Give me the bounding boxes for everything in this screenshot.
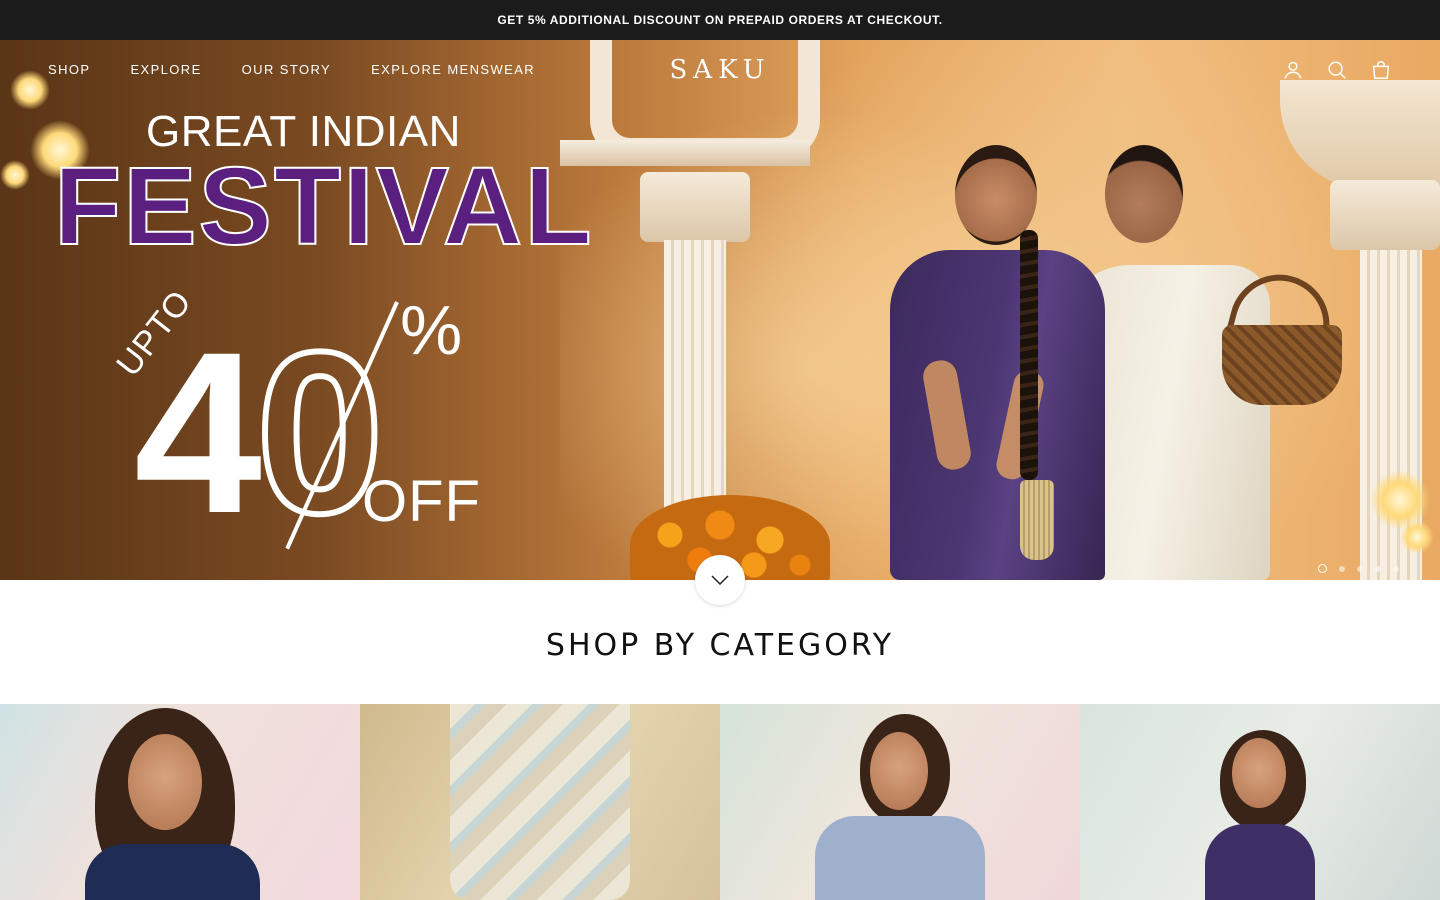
slider-dot-3[interactable] xyxy=(1357,565,1363,572)
nav-explore[interactable]: EXPLORE xyxy=(130,62,201,77)
hero-model-braid xyxy=(1020,230,1038,480)
sparkle-decoration xyxy=(1400,520,1434,554)
hero-arch-band xyxy=(560,140,810,166)
announcement-bar: GET 5% ADDITIONAL DISCOUNT ON PREPAID OR… xyxy=(0,0,1440,40)
category-model-top xyxy=(815,816,985,900)
promo-percent-sign: % xyxy=(400,291,463,369)
scroll-down-button[interactable] xyxy=(695,555,745,605)
account-icon[interactable] xyxy=(1282,58,1304,82)
main-navigation: SHOP EXPLORE OUR STORY EXPLORE MENSWEAR xyxy=(48,62,535,77)
category-model-face xyxy=(128,734,202,830)
hero-tassel xyxy=(1020,480,1054,560)
promo-digit-zero: 0 xyxy=(253,304,387,561)
hero-pillar-capital xyxy=(640,172,750,242)
category-tile-1[interactable] xyxy=(0,704,360,900)
sparkle-decoration xyxy=(0,160,30,190)
slider-dot-4[interactable] xyxy=(1375,565,1381,572)
search-icon[interactable] xyxy=(1326,58,1348,82)
promo-title-festival: FESTIVAL xyxy=(53,145,594,268)
nav-explore-menswear[interactable]: EXPLORE MENSWEAR xyxy=(371,62,535,77)
category-tile-2[interactable] xyxy=(360,704,720,900)
shop-by-category-title: SHOP BY CATEGORY xyxy=(545,628,895,663)
category-model-face xyxy=(1232,738,1286,808)
chevron-down-icon xyxy=(711,575,729,585)
hero-slider-dots xyxy=(1318,564,1399,573)
slider-dot-5[interactable] xyxy=(1393,565,1399,572)
hero-model-purple-outfit xyxy=(890,250,1105,580)
brand-logo[interactable]: SAKU xyxy=(668,52,772,88)
slider-dot-2[interactable] xyxy=(1339,565,1345,572)
category-model-dress xyxy=(1205,824,1315,900)
category-tile-4[interactable] xyxy=(1080,704,1440,900)
promo-digit-four: 4 xyxy=(134,304,262,561)
nav-shop[interactable]: SHOP xyxy=(48,62,90,77)
category-tile-3[interactable] xyxy=(720,704,1080,900)
hero-banner[interactable]: GREAT INDIAN FESTIVAL UPTO 40 % OFF xyxy=(0,40,1440,580)
hero-pillar-capital-right xyxy=(1330,180,1440,250)
announcement-text: GET 5% ADDITIONAL DISCOUNT ON PREPAID OR… xyxy=(497,13,943,27)
category-grid xyxy=(0,704,1440,900)
sparkle-decoration xyxy=(10,70,50,110)
category-model-face xyxy=(870,732,928,810)
category-model-shirt xyxy=(85,844,260,900)
hero-model-head xyxy=(1105,145,1183,243)
nav-our-story[interactable]: OUR STORY xyxy=(242,62,331,77)
cart-icon[interactable] xyxy=(1370,58,1392,82)
slider-dot-1[interactable] xyxy=(1318,564,1327,573)
header-actions xyxy=(1282,58,1392,82)
promo-discount-number: 40 xyxy=(134,315,387,551)
category-printed-pants xyxy=(450,704,630,900)
hero-flower-basket xyxy=(1222,325,1342,405)
promo-off: OFF xyxy=(362,469,481,534)
